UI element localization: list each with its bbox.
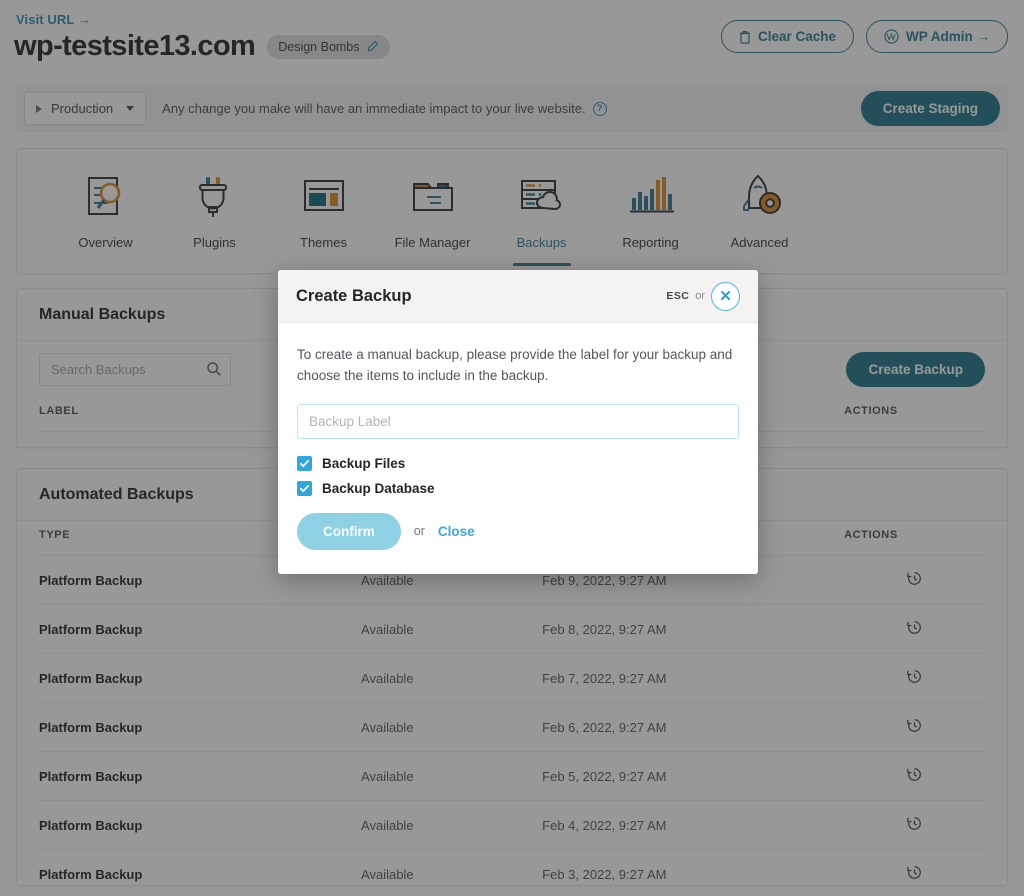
checkbox-checked-icon[interactable] bbox=[297, 455, 312, 471]
checkbox-backup-database[interactable]: Backup Database bbox=[297, 480, 739, 496]
checkbox-checked-icon[interactable] bbox=[297, 480, 312, 496]
modal-description: To create a manual backup, please provid… bbox=[297, 347, 733, 383]
checkbox-label-backup-database: Backup Database bbox=[322, 480, 435, 496]
checkbox-label-backup-files: Backup Files bbox=[322, 455, 406, 471]
checkbox-backup-files[interactable]: Backup Files bbox=[297, 455, 739, 471]
modal-title: Create Backup bbox=[296, 286, 412, 305]
modal-checkbox-group: Backup Files Backup Database bbox=[297, 455, 739, 496]
backup-label-input[interactable] bbox=[297, 403, 739, 439]
esc-or-label: or bbox=[695, 290, 705, 302]
modal-header: Create Backup ESC or ✕ bbox=[278, 270, 758, 323]
create-backup-modal: Create Backup ESC or ✕ To create a manua… bbox=[278, 270, 758, 574]
modal-actions: Confirm or Close bbox=[297, 512, 739, 550]
or-label: or bbox=[413, 524, 425, 539]
close-icon[interactable]: ✕ bbox=[711, 281, 740, 311]
confirm-button[interactable]: Confirm bbox=[297, 512, 401, 550]
app-page: Visit URL → wp-testsite13.com Design Bom… bbox=[0, 0, 1024, 896]
modal-body: To create a manual backup, please provid… bbox=[278, 323, 758, 574]
close-link[interactable]: Close bbox=[438, 524, 475, 539]
modal-close-group: ESC or ✕ bbox=[666, 281, 740, 311]
esc-key-label: ESC bbox=[666, 290, 690, 302]
